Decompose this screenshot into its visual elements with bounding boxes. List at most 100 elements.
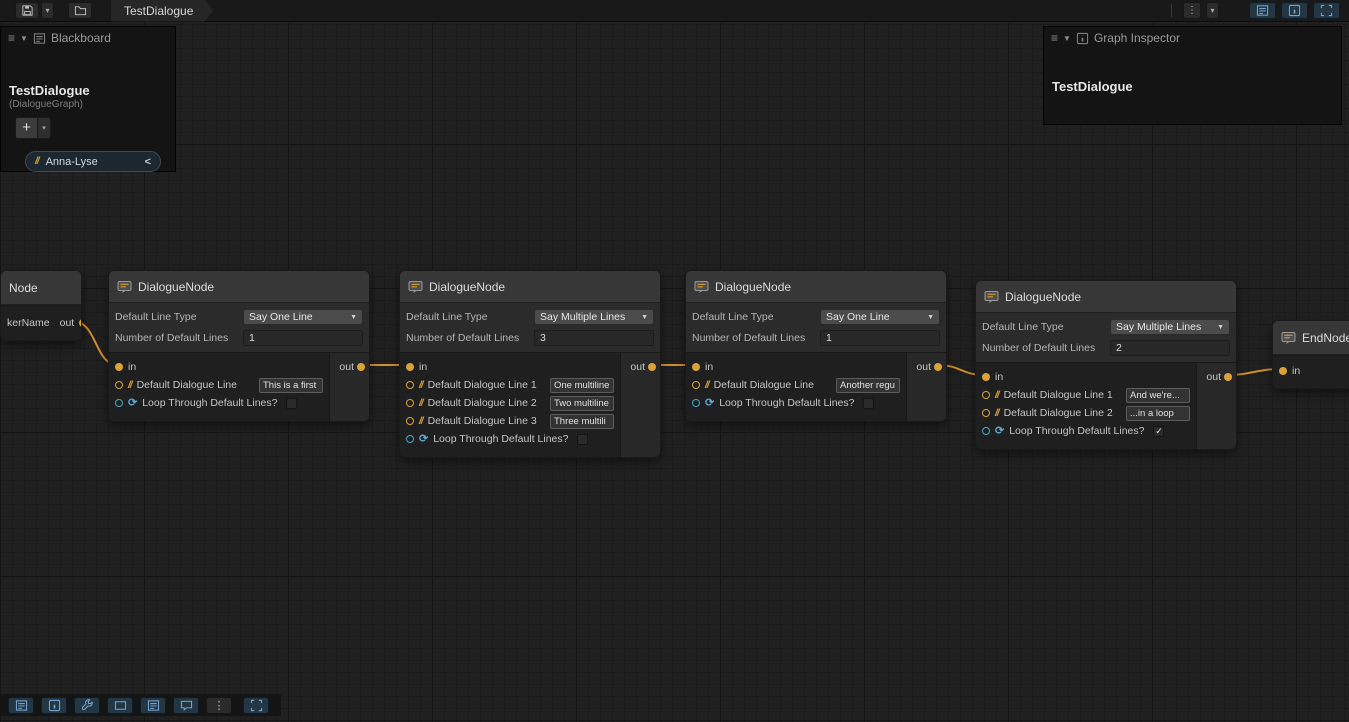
kebab-menu-icon: ⋮ bbox=[214, 699, 225, 712]
dialogue-line-input[interactable]: Two multiline bbox=[550, 396, 614, 411]
add-property-caret[interactable]: ▾ bbox=[38, 117, 51, 139]
save-options-button[interactable]: ▾ bbox=[41, 2, 54, 19]
node-header[interactable]: DialogueNode bbox=[109, 271, 369, 303]
toolbar-right-group: ⋮ ▾ bbox=[1171, 2, 1341, 19]
line-type-dropdown[interactable]: Say One Line ▼ bbox=[820, 309, 940, 325]
input-port[interactable] bbox=[982, 427, 990, 435]
line-type-dropdown[interactable]: Say Multiple Lines ▼ bbox=[534, 309, 654, 325]
loop-icon: ⟳ bbox=[705, 398, 714, 409]
dialogue-line-input[interactable]: ...in a loop bbox=[1126, 406, 1190, 421]
dialogue-line-input[interactable]: And we're... bbox=[1126, 388, 1190, 403]
node-title: DialogueNode bbox=[429, 280, 505, 294]
blackboard-button[interactable] bbox=[140, 697, 166, 714]
input-port[interactable] bbox=[1279, 367, 1287, 375]
blackboard-property-pill[interactable]: // Anna-Lyse < bbox=[25, 151, 161, 172]
open-asset-button[interactable] bbox=[68, 2, 92, 19]
input-port[interactable] bbox=[406, 417, 414, 425]
line-type-dropdown[interactable]: Say Multiple Lines ▼ bbox=[1110, 319, 1230, 335]
input-port[interactable] bbox=[692, 381, 700, 389]
line-count-input[interactable]: 1 bbox=[243, 330, 363, 346]
chevron-down-icon: ▾ bbox=[45, 6, 49, 15]
port-label: Default Dialogue Line bbox=[714, 379, 814, 391]
port-row-loop: ⟳ Loop Through Default Lines? ✓ bbox=[976, 422, 1196, 440]
dialogue-node-3[interactable]: DialogueNode Default Line Type Say One L… bbox=[685, 270, 947, 422]
node-ports: in bbox=[1273, 355, 1349, 388]
breadcrumb[interactable]: TestDialogue bbox=[111, 0, 213, 22]
more-options-button[interactable]: ⋮ bbox=[206, 697, 232, 714]
node-ports: in // Default Dialogue Line Another regu… bbox=[686, 352, 946, 421]
input-port[interactable] bbox=[406, 363, 414, 371]
line-count-input[interactable]: 1 bbox=[820, 330, 940, 346]
input-port[interactable] bbox=[982, 391, 990, 399]
loop-checkbox[interactable] bbox=[286, 398, 297, 409]
output-port[interactable] bbox=[1224, 373, 1232, 381]
input-port[interactable] bbox=[692, 399, 700, 407]
dialogue-node-4[interactable]: DialogueNode Default Line Type Say Multi… bbox=[975, 280, 1237, 450]
loop-checkbox[interactable] bbox=[863, 398, 874, 409]
input-port[interactable] bbox=[406, 399, 414, 407]
node-header[interactable]: DialogueNode bbox=[686, 271, 946, 303]
dialogue-preview-button[interactable] bbox=[173, 697, 199, 714]
inspector-header[interactable]: ≡ ▼ Graph Inspector bbox=[1044, 27, 1341, 49]
bottom-toolbar: ⋮ bbox=[0, 694, 281, 716]
line-count-input[interactable]: 2 bbox=[1110, 340, 1230, 356]
save-button[interactable] bbox=[15, 2, 39, 19]
dialogue-node-2[interactable]: DialogueNode Default Line Type Say Multi… bbox=[399, 270, 661, 458]
node-ports: kerName out bbox=[1, 305, 81, 340]
node-header[interactable]: EndNode bbox=[1273, 321, 1349, 355]
node-header[interactable]: DialogueNode bbox=[400, 271, 660, 303]
settings-button[interactable] bbox=[74, 697, 100, 714]
chevron-down-icon: ▼ bbox=[641, 314, 648, 321]
input-port[interactable] bbox=[406, 381, 414, 389]
input-port[interactable] bbox=[692, 363, 700, 371]
loop-checkbox[interactable]: ✓ bbox=[1153, 426, 1164, 437]
port-label: Loop Through Default Lines? bbox=[719, 397, 854, 409]
input-port[interactable] bbox=[115, 399, 123, 407]
graph-editor-canvas[interactable]: ▾ TestDialogue ⋮ ▾ ≡ ▼ Blackboard TestDi… bbox=[0, 0, 1349, 722]
collapse-arrow-icon[interactable]: ▼ bbox=[20, 34, 28, 43]
output-port[interactable] bbox=[79, 319, 82, 327]
output-port[interactable] bbox=[934, 363, 942, 371]
input-port[interactable] bbox=[982, 409, 990, 417]
console-button[interactable] bbox=[8, 697, 34, 714]
collapse-arrow-icon[interactable]: ▼ bbox=[1063, 34, 1071, 43]
dialogue-line-input[interactable]: One multiline bbox=[550, 378, 614, 393]
toggle-inspector-button[interactable] bbox=[1281, 2, 1308, 19]
dialogue-line-input[interactable]: Three multili bbox=[550, 414, 614, 429]
toggle-blackboard-button[interactable] bbox=[1249, 2, 1276, 19]
input-port[interactable] bbox=[115, 363, 123, 371]
line-type-label: Default Line Type bbox=[982, 321, 1104, 333]
fullscreen-icon bbox=[250, 699, 263, 712]
input-port[interactable] bbox=[982, 373, 990, 381]
line-type-dropdown[interactable]: Say One Line ▼ bbox=[243, 309, 363, 325]
minimap-button[interactable] bbox=[107, 697, 133, 714]
blackboard-header[interactable]: ≡ ▼ Blackboard bbox=[1, 27, 175, 49]
quote-icon: // bbox=[419, 380, 423, 391]
hamburger-icon[interactable]: ≡ bbox=[8, 31, 15, 45]
speaker-node-clipped[interactable]: Node kerName out bbox=[0, 270, 82, 341]
loop-icon: ⟳ bbox=[128, 398, 137, 409]
collapse-left-icon[interactable]: < bbox=[145, 156, 151, 168]
node-header[interactable]: Node bbox=[1, 271, 81, 305]
node-header[interactable]: DialogueNode bbox=[976, 281, 1236, 313]
loop-checkbox[interactable] bbox=[577, 434, 588, 445]
fullscreen-button[interactable] bbox=[243, 697, 269, 714]
dialogue-line-input[interactable]: This is a first bbox=[259, 378, 323, 393]
blackboard-actions: + ▾ bbox=[15, 117, 51, 139]
input-port[interactable] bbox=[115, 381, 123, 389]
loop-icon: ⟳ bbox=[419, 434, 428, 445]
add-property-button[interactable]: + bbox=[15, 117, 38, 139]
inspector-button[interactable] bbox=[41, 697, 67, 714]
line-count-input[interactable]: 3 bbox=[534, 330, 654, 346]
hamburger-icon[interactable]: ≡ bbox=[1051, 31, 1058, 45]
output-port[interactable] bbox=[648, 363, 656, 371]
overflow-menu-caret[interactable]: ▾ bbox=[1206, 2, 1219, 19]
input-port[interactable] bbox=[406, 435, 414, 443]
dialogue-line-input[interactable]: Another regu bbox=[836, 378, 900, 393]
end-node[interactable]: EndNode in bbox=[1272, 320, 1349, 389]
dialogue-node-1[interactable]: DialogueNode Default Line Type Say One L… bbox=[108, 270, 370, 422]
inspector-icon bbox=[1288, 4, 1301, 17]
toggle-minimap-button[interactable] bbox=[1313, 2, 1340, 19]
overflow-menu-button[interactable]: ⋮ bbox=[1183, 2, 1201, 19]
output-port[interactable] bbox=[357, 363, 365, 371]
